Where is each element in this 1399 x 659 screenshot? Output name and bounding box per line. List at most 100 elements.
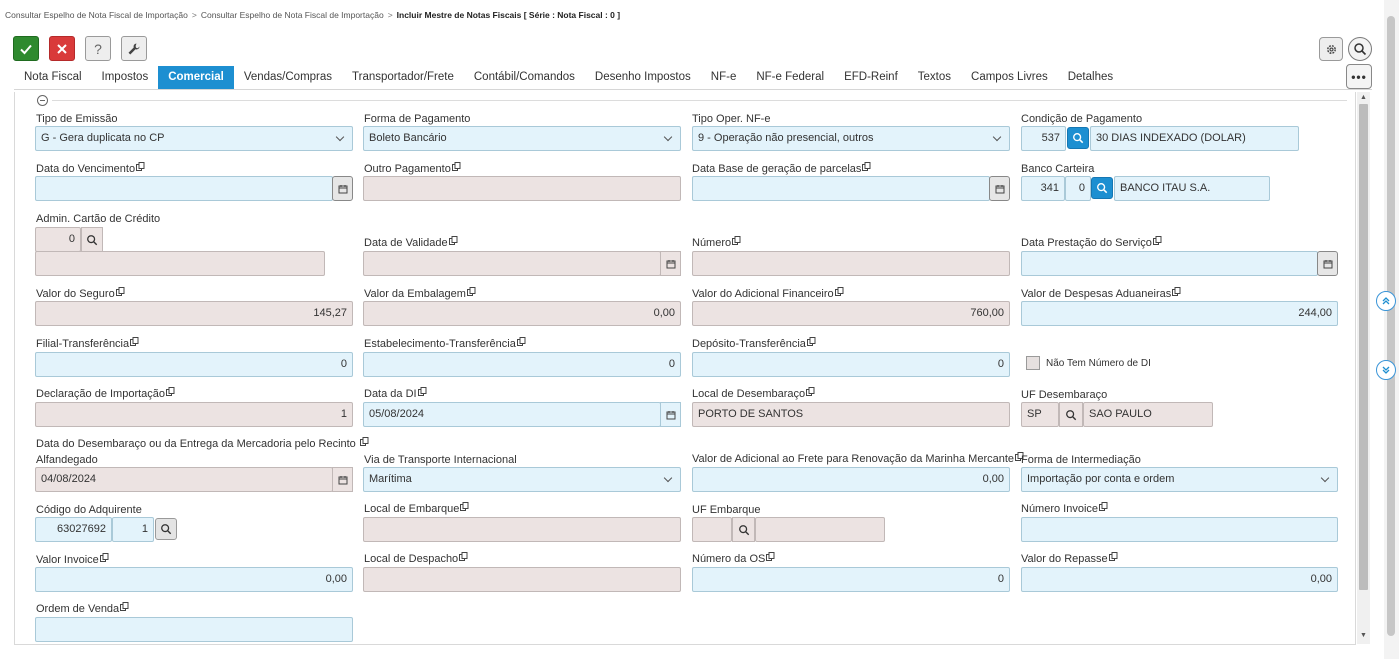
data-base-parcelas-input[interactable] — [692, 176, 990, 201]
data-prestacao-label: Data Prestação do Serviço — [1021, 236, 1162, 249]
search-icon — [1354, 43, 1367, 56]
breadcrumb-item[interactable]: Consultar Espelho de Nota Fiscal de Impo… — [5, 10, 188, 20]
data-prestacao-input[interactable] — [1021, 251, 1318, 276]
via-transporte-select[interactable]: Marítima — [363, 467, 681, 492]
settings-button[interactable] — [1319, 37, 1343, 61]
copy-icon — [166, 387, 175, 396]
tipo-oper-nfe-select[interactable]: 9 - Operação não presencial, outros — [692, 126, 1010, 151]
outro-pagamento-input — [363, 176, 681, 201]
banco-carteira-code2[interactable]: 0 — [1065, 176, 1091, 201]
page-scrollbar-thumb[interactable] — [1387, 16, 1395, 636]
check-icon — [20, 44, 32, 54]
form-scrollbar-thumb[interactable] — [1359, 104, 1368, 590]
tipo-emissao-select[interactable]: G - Gera duplicata no CP — [35, 126, 353, 151]
scroll-down-arrow-icon[interactable]: ▼ — [1360, 632, 1367, 639]
calendar-icon — [338, 184, 347, 193]
valor-repasse-label: Valor do Repasse — [1021, 552, 1118, 565]
tab-desenho-impostos[interactable]: Desenho Impostos — [585, 66, 701, 89]
filial-transferencia-input[interactable]: 0 — [35, 352, 353, 377]
copy-icon — [136, 162, 145, 171]
valor-despesas-aduaneiras-input[interactable]: 244,00 — [1021, 301, 1338, 326]
codigo-adquirente-search-button[interactable] — [155, 518, 177, 540]
data-desembaraco-calendar-button[interactable] — [332, 467, 353, 492]
deposito-transferencia-input[interactable]: 0 — [692, 352, 1010, 377]
copy-icon — [99, 553, 109, 562]
tab-nfe[interactable]: NF-e — [701, 66, 747, 89]
tab-transportador-frete[interactable]: Transportador/Frete — [342, 66, 464, 89]
data-validade-label: Data de Validade — [364, 236, 458, 249]
ordem-venda-input[interactable] — [35, 617, 353, 642]
valor-repasse-input[interactable]: 0,00 — [1021, 567, 1338, 592]
calendar-icon — [338, 475, 347, 484]
banco-carteira-label: Banco Carteira — [1021, 163, 1095, 175]
tab-nota-fiscal[interactable]: Nota Fiscal — [14, 66, 92, 89]
codigo-adquirente-code2[interactable]: 1 — [112, 517, 154, 542]
tab-campos-livres[interactable]: Campos Livres — [961, 66, 1058, 89]
scroll-top-button[interactable] — [1376, 291, 1396, 311]
data-vencimento-calendar-button[interactable] — [332, 176, 353, 201]
breadcrumb: Consultar Espelho de Nota Fiscal de Impo… — [5, 10, 620, 20]
data-vencimento-input[interactable] — [35, 176, 333, 201]
uf-embarque-search-button[interactable] — [732, 517, 755, 542]
data-di-calendar-button[interactable] — [660, 402, 681, 427]
ordem-venda-label: Ordem de Venda — [36, 602, 129, 615]
global-search-button[interactable] — [1348, 37, 1372, 61]
estabelecimento-transferencia-label: Estabelecimento-Transferência — [364, 337, 526, 350]
numero-invoice-input[interactable] — [1021, 517, 1338, 542]
nao-tem-numero-di-checkbox[interactable] — [1026, 356, 1040, 370]
confirm-button[interactable] — [13, 36, 39, 61]
tab-contabil-comandos[interactable]: Contábil/Comandos — [464, 66, 585, 89]
tools-button[interactable] — [121, 36, 147, 61]
scroll-up-arrow-icon[interactable]: ▲ — [1360, 94, 1367, 101]
tab-nfe-federal[interactable]: NF-e Federal — [746, 66, 834, 89]
data-base-parcelas-calendar-button[interactable] — [989, 176, 1010, 201]
tab-comercial[interactable]: Comercial — [158, 66, 234, 89]
copy-icon — [766, 552, 775, 561]
uf-desembaraco-label: UF Desembaraço — [1021, 389, 1108, 401]
more-options-button[interactable]: ••• — [1346, 64, 1372, 89]
valor-seguro-input: 145,27 — [35, 301, 353, 326]
forma-pagamento-label: Forma de Pagamento — [364, 113, 471, 125]
tab-impostos[interactable]: Impostos — [92, 66, 159, 89]
tab-vendas-compras[interactable]: Vendas/Compras — [234, 66, 342, 89]
declaracao-importacao-label: Declaração de Importação — [36, 387, 175, 400]
copy-icon — [417, 387, 427, 396]
admin-cartao-search-button[interactable] — [81, 227, 103, 252]
tab-detalhes[interactable]: Detalhes — [1058, 66, 1123, 89]
banco-carteira-code[interactable]: 341 — [1021, 176, 1065, 201]
breadcrumb-item[interactable]: Consultar Espelho de Nota Fiscal de Impo… — [201, 10, 384, 20]
data-di-input[interactable]: 05/08/2024 — [363, 402, 661, 427]
nao-tem-numero-di-label: Não Tem Número de DI — [1046, 358, 1151, 369]
data-base-parcelas-label: Data Base de geração de parcelas — [692, 162, 871, 175]
forma-intermediacao-select[interactable]: Importação por conta e ordem — [1021, 467, 1338, 492]
copy-icon — [862, 162, 871, 171]
copy-icon — [460, 502, 469, 511]
tab-efd-reinf[interactable]: EFD-Reinf — [834, 66, 908, 89]
condicao-pagamento-code[interactable]: 537 — [1021, 126, 1066, 151]
codigo-adquirente-code[interactable]: 63027692 — [35, 517, 112, 542]
forma-pagamento-select[interactable]: Boleto Bancário — [363, 126, 681, 151]
data-validade-calendar-button[interactable] — [660, 251, 681, 276]
tab-textos[interactable]: Textos — [908, 66, 961, 89]
declaracao-importacao-input: 1 — [35, 402, 353, 427]
condicao-pagamento-search-button[interactable] — [1067, 127, 1089, 149]
cancel-button[interactable] — [49, 36, 75, 61]
search-icon — [1097, 183, 1108, 194]
copy-icon — [130, 337, 139, 346]
valor-afrmm-input[interactable]: 0,00 — [692, 467, 1010, 492]
data-prestacao-calendar-button[interactable] — [1317, 251, 1338, 276]
admin-cartao-label: Admin. Cartão de Crédito — [36, 213, 161, 225]
deposito-transferencia-label: Depósito-Transferência — [692, 337, 816, 350]
banco-carteira-search-button[interactable] — [1091, 177, 1113, 199]
valor-invoice-input[interactable]: 0,00 — [35, 567, 353, 592]
copy-icon — [516, 337, 526, 346]
uf-desembaraco-search-button[interactable] — [1059, 402, 1083, 427]
collapse-group-icon[interactable] — [37, 95, 48, 106]
uf-embarque-label: UF Embarque — [692, 504, 761, 516]
numero-os-input[interactable]: 0 — [692, 567, 1010, 592]
help-button[interactable]: ? — [85, 36, 111, 61]
local-despacho-input — [363, 567, 681, 592]
estabelecimento-transferencia-input[interactable]: 0 — [363, 352, 681, 377]
uf-desembaraco-description: SAO PAULO — [1083, 402, 1213, 427]
scroll-bottom-button[interactable] — [1376, 360, 1396, 380]
